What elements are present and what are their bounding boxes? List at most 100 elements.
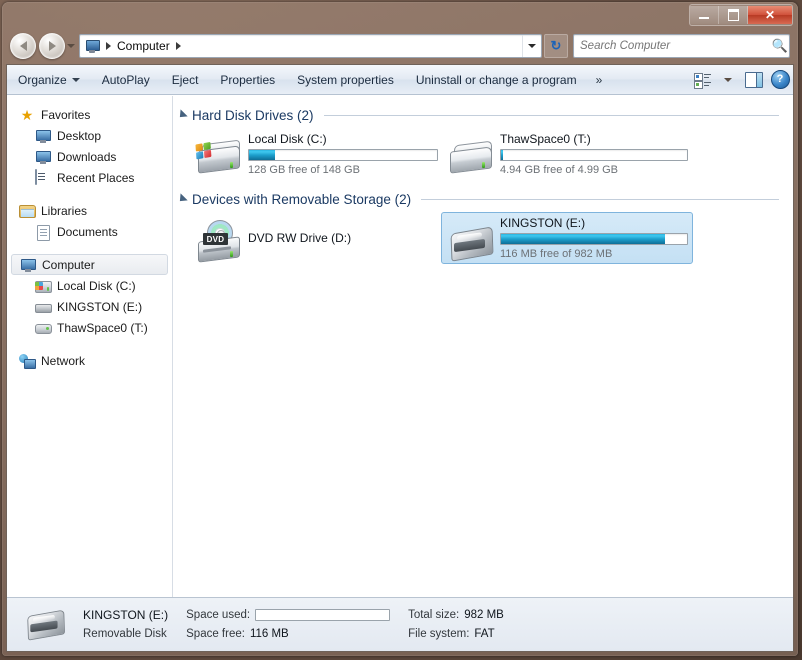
drive-tile-local-disk-c[interactable]: Local Disk (C:) 128 GB free of 148 GB	[189, 128, 441, 180]
search-input[interactable]	[574, 39, 771, 53]
back-arrow-icon	[19, 41, 27, 51]
sidebar-item-libraries[interactable]: Libraries	[7, 200, 172, 221]
sidebar-item-label: Documents	[57, 224, 118, 239]
removable-drive-icon	[35, 320, 52, 336]
maximize-icon	[727, 9, 739, 21]
minimize-button[interactable]	[690, 6, 719, 24]
drive-name: DVD RW Drive (D:)	[248, 231, 352, 245]
breadcrumb-bar[interactable]: Computer	[79, 34, 542, 58]
organize-button[interactable]: Organize	[7, 68, 91, 92]
breadcrumb-separator-icon[interactable]	[106, 42, 111, 50]
preview-pane-icon	[745, 71, 763, 88]
autoplay-button[interactable]: AutoPlay	[91, 68, 161, 92]
sidebar-item-thawspace0-t[interactable]: ThawSpace0 (T:)	[7, 317, 172, 338]
forward-arrow-icon	[48, 41, 56, 51]
computer-icon	[84, 38, 100, 54]
breadcrumb-computer[interactable]: Computer	[117, 39, 170, 53]
details-columns: KINGSTON (E:) Removable Disk Space used:	[83, 606, 522, 644]
view-list-icon	[693, 72, 711, 89]
drive-name: KINGSTON (E:)	[500, 216, 586, 230]
client-area: Organize AutoPlay Eject Properties Syste…	[6, 64, 794, 652]
toolbar-overflow-button[interactable]: »	[588, 73, 611, 87]
sidebar-item-documents[interactable]: Documents	[7, 221, 172, 242]
recent-pages-button[interactable]	[65, 44, 77, 48]
properties-button[interactable]: Properties	[209, 68, 286, 92]
eject-button[interactable]: Eject	[161, 68, 210, 92]
network-icon	[19, 353, 36, 369]
content-pane[interactable]: Hard Disk Drives (2) Local Disk (C:) 128…	[173, 96, 793, 612]
uninstall-or-change-program-button[interactable]: Uninstall or change a program	[405, 68, 588, 92]
details-drive-type: Removable Disk	[83, 628, 167, 640]
drive-tile-dvd-rw-d[interactable]: DVD DVD RW Drive (D:)	[189, 212, 441, 264]
collapse-triangle-icon[interactable]	[176, 193, 188, 205]
sidebar-item-desktop[interactable]: Desktop	[7, 125, 172, 146]
capacity-bar-fill	[249, 150, 276, 160]
dvd-badge-label: DVD	[203, 233, 228, 245]
capacity-bar-fill	[501, 234, 665, 244]
sidebar-item-network[interactable]: Network	[7, 350, 172, 371]
details-file-system-label: File system:	[408, 628, 470, 640]
drive-tile-thawspace0-t[interactable]: ThawSpace0 (T:) 4.94 GB free of 4.99 GB	[441, 128, 693, 180]
change-view-button[interactable]	[689, 68, 715, 92]
drive-tile-kingston-e[interactable]: KINGSTON (E:) 116 MB free of 982 MB	[441, 212, 693, 264]
monitor-icon	[35, 128, 51, 144]
back-button[interactable]	[10, 33, 36, 59]
explorer-window: ✕ Computer ↻ 🔍	[2, 2, 798, 656]
capacity-bar	[248, 149, 438, 161]
close-button[interactable]: ✕	[748, 6, 792, 24]
group-header-label: Hard Disk Drives (2)	[192, 107, 314, 123]
computer-icon	[20, 257, 36, 273]
monitor-icon	[35, 149, 51, 165]
collapse-triangle-icon[interactable]	[176, 109, 188, 121]
address-bar-row: Computer ↻ 🔍	[2, 28, 798, 64]
breadcrumb-separator-icon[interactable]	[175, 42, 181, 50]
group-header-hard-disk-drives[interactable]: Hard Disk Drives (2)	[173, 104, 793, 126]
maximize-button[interactable]	[719, 6, 748, 24]
system-properties-button[interactable]: System properties	[286, 68, 405, 92]
group-header-label: Devices with Removable Storage (2)	[192, 191, 412, 207]
sidebar-item-favorites[interactable]: ★ Favorites	[7, 104, 172, 125]
sidebar-item-label: Downloads	[57, 149, 117, 164]
group-header-removable-storage[interactable]: Devices with Removable Storage (2)	[173, 188, 793, 210]
sidebar-item-label: ThawSpace0 (T:)	[57, 320, 148, 335]
drive-name: ThawSpace0 (T:)	[500, 132, 591, 146]
sidebar-item-downloads[interactable]: Downloads	[7, 146, 172, 167]
search-icon[interactable]: 🔍	[771, 38, 789, 54]
sidebar-item-label: Libraries	[41, 203, 88, 218]
sidebar-item-label: KINGSTON (E:)	[57, 299, 143, 314]
capacity-bar	[500, 149, 688, 161]
details-file-system-value: FAT	[474, 628, 495, 640]
dvd-drive-icon: DVD	[194, 214, 242, 263]
sidebar-item-kingston-e[interactable]: KINGSTON (E:)	[7, 296, 172, 317]
chevron-down-icon	[724, 77, 732, 82]
window-controls: ✕	[689, 4, 793, 26]
capacity-bar-fill	[501, 150, 503, 160]
details-space-used-bar	[255, 609, 391, 621]
chevron-down-icon	[67, 44, 75, 48]
sidebar-item-recent-places[interactable]: Recent Places	[7, 167, 172, 188]
sidebar-item-computer[interactable]: Computer	[11, 254, 168, 275]
search-box[interactable]: 🔍	[573, 34, 790, 58]
details-total-size-value: 982 MB	[464, 609, 504, 621]
usb-drive-icon	[35, 299, 52, 315]
details-name-column: KINGSTON (E:) Removable Disk	[83, 606, 168, 644]
change-view-dropdown-button[interactable]	[715, 68, 741, 92]
drive-capacity-text: 116 MB free of 982 MB	[500, 248, 613, 260]
removable-drive-icon	[446, 130, 494, 178]
body-split: ★ Favorites Desktop Downloads Recent Pla…	[7, 96, 793, 612]
capacity-bar	[500, 233, 688, 245]
help-button[interactable]: ?	[767, 68, 793, 92]
forward-button[interactable]	[39, 33, 65, 59]
address-dropdown-button[interactable]	[522, 35, 541, 57]
drive-tile-row: DVD DVD RW Drive (D:) KINGSTON (E:) 116 …	[173, 212, 793, 264]
details-size-column: Total size: 982 MB File system: FAT	[408, 606, 504, 644]
details-space-used-label: Space used:	[186, 609, 251, 621]
help-icon: ?	[770, 70, 790, 89]
sidebar-item-local-disk-c[interactable]: Local Disk (C:)	[7, 275, 172, 296]
preview-pane-button[interactable]	[741, 68, 767, 92]
refresh-button[interactable]: ↻	[544, 34, 568, 58]
details-space-free-value: 116 MB	[249, 628, 289, 640]
